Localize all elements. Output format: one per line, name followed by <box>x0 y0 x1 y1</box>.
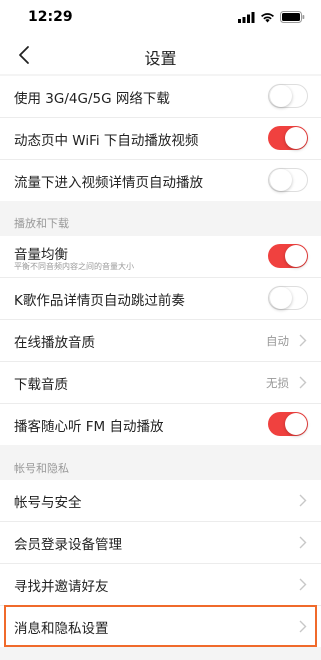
row-account-security[interactable]: 帐号与安全 <box>0 480 321 522</box>
playback-settings-group: 音量均衡 平衡不同音频内容之间的音量大小 K歌作品详情页自动跳过前奏 在线播放音… <box>0 236 321 445</box>
row-value: 无损 <box>266 375 289 390</box>
highlight-box <box>4 605 317 647</box>
row-label: 音量均衡 <box>14 247 68 263</box>
row-label: 寻找并邀请好友 <box>14 578 109 595</box>
chevron-right-icon <box>299 578 307 591</box>
row-value: 自动 <box>266 333 289 348</box>
row-device-management[interactable]: 会员登录设备管理 <box>0 522 321 564</box>
row-label: 播客随心听 FM 自动播放 <box>14 418 164 435</box>
row-sublabel: 平衡不同音频内容之间的音量大小 <box>14 262 134 271</box>
chevron-right-icon <box>299 376 307 389</box>
chevron-right-icon <box>299 494 307 507</box>
toggle-ksong-skip-intro[interactable] <box>268 286 308 310</box>
section-header-account: 帐号和隐私 <box>14 462 69 475</box>
signal-icon <box>238 11 255 23</box>
row-label: K歌作品详情页自动跳过前奏 <box>14 292 185 309</box>
toggle-podcast-fm-autoplay[interactable] <box>268 412 308 436</box>
row-label: 会员登录设备管理 <box>14 536 122 553</box>
row-label: 下载音质 <box>14 376 68 393</box>
wifi-icon <box>261 12 274 22</box>
row-ksong-skip-intro[interactable]: K歌作品详情页自动跳过前奏 <box>0 278 321 320</box>
status-bar: 12:29 <box>0 0 321 36</box>
row-wifi-autoplay[interactable]: 动态页中 WiFi 下自动播放视频 <box>0 118 321 160</box>
chevron-right-icon <box>299 536 307 549</box>
row-label: 在线播放音质 <box>14 334 95 351</box>
row-podcast-fm-autoplay[interactable]: 播客随心听 FM 自动播放 <box>0 404 321 445</box>
toggle-volume-balance[interactable] <box>268 244 308 268</box>
row-invite-friends[interactable]: 寻找并邀请好友 <box>0 564 321 606</box>
row-label: 使用 3G/4G/5G 网络下载 <box>14 90 170 107</box>
page-title: 设置 <box>144 49 177 68</box>
toggle-wifi-autoplay[interactable] <box>268 126 308 150</box>
row-mobile-download[interactable]: 使用 3G/4G/5G 网络下载 <box>0 76 321 118</box>
battery-icon <box>280 11 305 23</box>
row-download-quality[interactable]: 下载音质 无损 <box>0 362 321 404</box>
row-label: 动态页中 WiFi 下自动播放视频 <box>14 132 199 149</box>
nav-bar: 设置 <box>0 36 321 74</box>
toggle-mobile-download[interactable] <box>268 84 308 108</box>
network-settings-group: 使用 3G/4G/5G 网络下载 动态页中 WiFi 下自动播放视频 流量下进入… <box>0 76 321 201</box>
chevron-right-icon <box>299 334 307 347</box>
row-volume-balance[interactable]: 音量均衡 平衡不同音频内容之间的音量大小 <box>0 236 321 278</box>
row-cellular-video-autoplay[interactable]: 流量下进入视频详情页自动播放 <box>0 160 321 201</box>
status-time: 12:29 <box>28 9 73 25</box>
row-label: 帐号与安全 <box>14 494 82 511</box>
row-online-quality[interactable]: 在线播放音质 自动 <box>0 320 321 362</box>
toggle-cellular-video-autoplay[interactable] <box>268 168 308 192</box>
section-header-playback: 播放和下载 <box>14 217 69 230</box>
row-label: 流量下进入视频详情页自动播放 <box>14 174 203 191</box>
